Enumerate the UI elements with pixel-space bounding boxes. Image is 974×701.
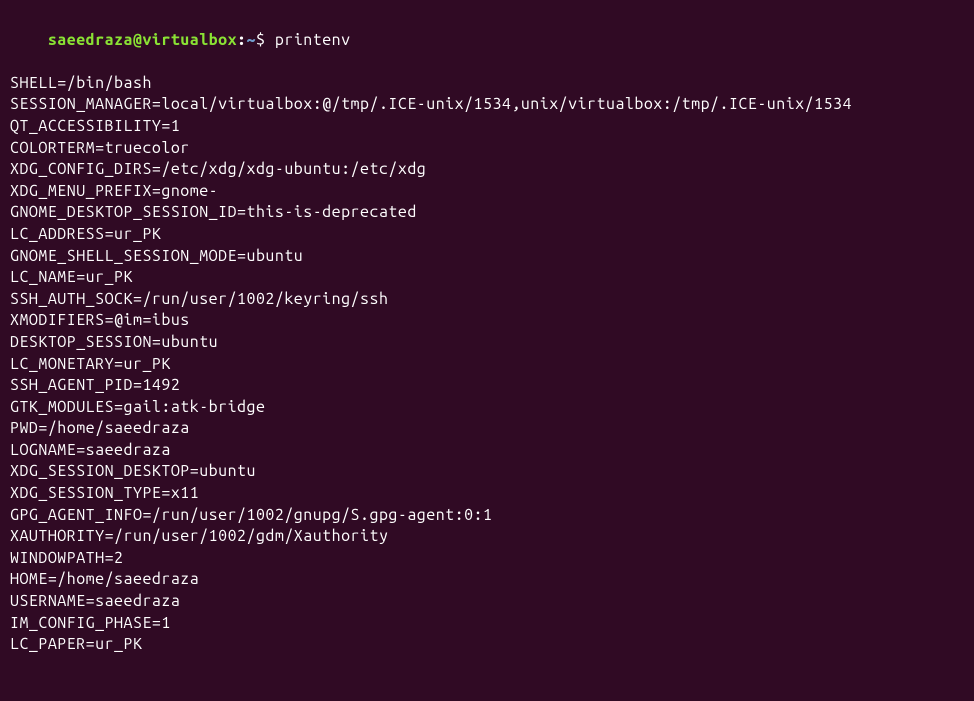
env-line: SSH_AUTH_SOCK=/run/user/1002/keyring/ssh bbox=[10, 289, 964, 311]
prompt-dollar: $ bbox=[256, 31, 275, 49]
env-line: IM_CONFIG_PHASE=1 bbox=[10, 613, 964, 635]
prompt-line: saeedraza@virtualbox:~$ printenv bbox=[10, 8, 964, 73]
prompt-colon: : bbox=[237, 31, 246, 49]
env-line: SSH_AGENT_PID=1492 bbox=[10, 375, 964, 397]
env-line: GNOME_DESKTOP_SESSION_ID=this-is-depreca… bbox=[10, 202, 964, 224]
terminal-window[interactable]: saeedraza@virtualbox:~$ printenv SHELL=/… bbox=[10, 8, 964, 656]
env-line: GTK_MODULES=gail:atk-bridge bbox=[10, 397, 964, 419]
env-line: XDG_SESSION_DESKTOP=ubuntu bbox=[10, 461, 964, 483]
env-line: GNOME_SHELL_SESSION_MODE=ubuntu bbox=[10, 246, 964, 268]
env-line: SHELL=/bin/bash bbox=[10, 73, 964, 95]
env-line: SESSION_MANAGER=local/virtualbox:@/tmp/.… bbox=[10, 94, 964, 116]
env-line: COLORTERM=truecolor bbox=[10, 138, 964, 160]
env-line: LOGNAME=saeedraza bbox=[10, 440, 964, 462]
env-line: GPG_AGENT_INFO=/run/user/1002/gnupg/S.gp… bbox=[10, 505, 964, 527]
env-line: LC_ADDRESS=ur_PK bbox=[10, 224, 964, 246]
env-line: LC_MONETARY=ur_PK bbox=[10, 354, 964, 376]
env-line: LC_PAPER=ur_PK bbox=[10, 634, 964, 656]
env-line: LC_NAME=ur_PK bbox=[10, 267, 964, 289]
env-line: XDG_MENU_PREFIX=gnome- bbox=[10, 181, 964, 203]
env-line: PWD=/home/saeedraza bbox=[10, 418, 964, 440]
env-line: QT_ACCESSIBILITY=1 bbox=[10, 116, 964, 138]
env-output: SHELL=/bin/bashSESSION_MANAGER=local/vir… bbox=[10, 73, 964, 656]
prompt-path: ~ bbox=[247, 31, 256, 49]
env-line: XDG_CONFIG_DIRS=/etc/xdg/xdg-ubuntu:/etc… bbox=[10, 159, 964, 181]
env-line: WINDOWPATH=2 bbox=[10, 548, 964, 570]
env-line: USERNAME=saeedraza bbox=[10, 591, 964, 613]
command-text: printenv bbox=[275, 31, 351, 49]
env-line: XMODIFIERS=@im=ibus bbox=[10, 310, 964, 332]
env-line: XDG_SESSION_TYPE=x11 bbox=[10, 483, 964, 505]
prompt-user-host: saeedraza@virtualbox bbox=[48, 31, 237, 49]
env-line: XAUTHORITY=/run/user/1002/gdm/Xauthority bbox=[10, 526, 964, 548]
env-line: DESKTOP_SESSION=ubuntu bbox=[10, 332, 964, 354]
env-line: HOME=/home/saeedraza bbox=[10, 569, 964, 591]
